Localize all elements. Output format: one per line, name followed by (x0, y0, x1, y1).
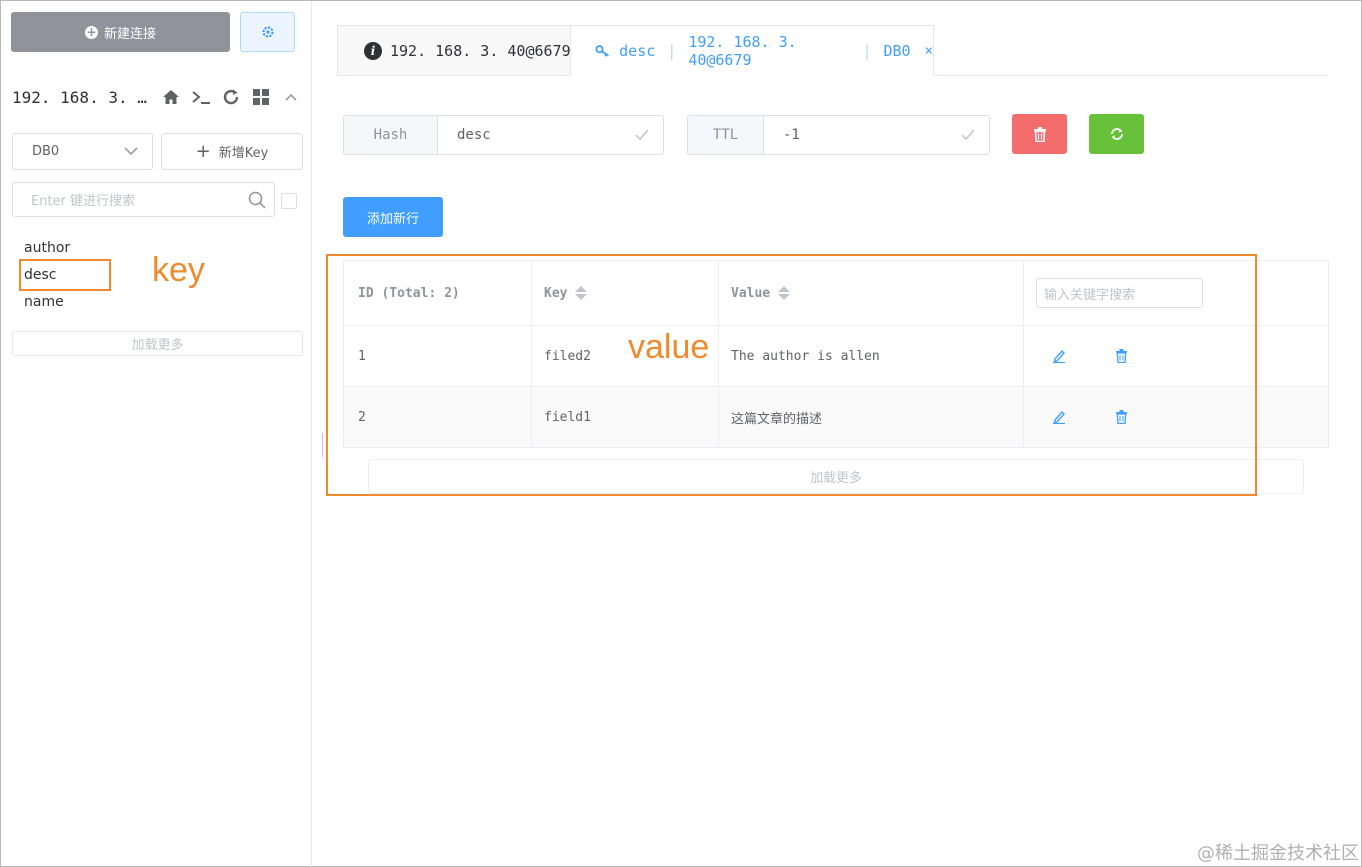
table-search-placeholder: 输入关键字搜索 (1044, 287, 1136, 303)
row-value: 这篇文章的描述 (719, 387, 1024, 447)
settings-button[interactable] (240, 12, 295, 52)
key-type-label: Hash (344, 116, 438, 154)
column-header-key[interactable]: Key (532, 261, 719, 325)
ttl-value: -1 (783, 127, 800, 143)
sort-icon[interactable] (778, 286, 791, 300)
chevron-down-icon (124, 147, 138, 156)
key-search-input[interactable]: Enter 键进行搜索 (12, 182, 275, 217)
tab-separator: | (667, 41, 677, 60)
column-header-actions: 输入关键字搜索 (1024, 261, 1329, 325)
key-highlight-box (19, 259, 111, 291)
row-actions (1024, 387, 1329, 447)
new-key-button[interactable]: + 新增Key (161, 133, 303, 170)
home-icon[interactable] (161, 87, 181, 107)
delete-key-button[interactable] (1012, 114, 1067, 154)
plus-icon: + (195, 141, 211, 162)
grid-icon[interactable] (251, 87, 271, 107)
new-connection-button[interactable]: + 新建连接 (11, 12, 230, 52)
key-name-value: desc (457, 127, 491, 143)
trash-icon (1033, 126, 1046, 142)
table-row: 2 field1 这篇文章的描述 (343, 387, 1329, 448)
tab-key-name: desc (619, 41, 656, 60)
ttl-label: TTL (688, 116, 764, 154)
db-select-value: DB0 (32, 144, 60, 159)
column-header-value[interactable]: Value (719, 261, 1024, 325)
close-tab-icon[interactable]: × (925, 43, 933, 59)
column-header-value-label: Value (731, 285, 771, 301)
tab-key-connection: 192. 168. 3. 40@6679 (688, 32, 797, 69)
row-id: 1 (343, 326, 532, 386)
value-annotation: value (628, 328, 710, 366)
tab-bar: i 192. 168. 3. 40@6679 desc | 192. 168. … (337, 25, 1329, 76)
trash-icon[interactable] (1111, 346, 1131, 366)
new-key-label: 新增Key (218, 146, 269, 161)
sidebar: + 新建连接 192. 168. 3. … DB0 + 新增Key Enter … (1, 1, 312, 867)
column-header-id: ID (Total: 2) (343, 261, 532, 325)
trash-icon[interactable] (1111, 407, 1131, 427)
info-icon: i (364, 41, 382, 60)
new-connection-label: 新建连接 (103, 26, 156, 42)
add-row-button[interactable]: 添加新行 (343, 197, 443, 237)
watermark: @稀土掘金技术社区 (1197, 843, 1359, 864)
tab-connection-info-label: 192. 168. 3. 40@6679 (390, 41, 571, 60)
refresh-icon (1110, 128, 1123, 140)
tab-key-desc[interactable]: desc | 192. 168. 3. 40@6679 | DB0 × (570, 25, 934, 76)
tab-separator: | (862, 41, 872, 60)
key-name-field[interactable]: Hash desc (343, 115, 664, 155)
table-search-input[interactable]: 输入关键字搜索 (1036, 278, 1203, 308)
refresh-key-button[interactable] (1089, 114, 1144, 154)
connection-toolbar (161, 87, 301, 107)
tab-connection-info[interactable]: i 192. 168. 3. 40@6679 (337, 25, 571, 76)
row-key: field1 (532, 387, 719, 447)
sort-icon[interactable] (575, 286, 588, 300)
row-actions (1024, 326, 1329, 386)
row-value: The author is allen (719, 326, 1024, 386)
refresh-icon[interactable] (221, 87, 241, 107)
table-header: ID (Total: 2) Key Value 输入关键字搜索 (343, 261, 1329, 326)
db-select[interactable]: DB0 (12, 133, 153, 170)
load-more-keys-button[interactable]: 加载更多 (12, 331, 303, 356)
key-icon (595, 44, 609, 57)
ttl-field[interactable]: TTL -1 (687, 115, 990, 155)
tab-key-db: DB0 (883, 41, 911, 60)
load-more-rows-button[interactable]: 加载更多 (368, 459, 1304, 494)
check-icon[interactable] (635, 129, 649, 141)
panel-resize-handle[interactable] (322, 433, 323, 457)
column-header-key-label: Key (544, 285, 568, 301)
terminal-icon[interactable] (191, 87, 211, 107)
plus-circle-icon: + (84, 24, 98, 39)
key-search-placeholder: Enter 键进行搜索 (31, 194, 136, 209)
edit-icon[interactable] (1049, 407, 1069, 427)
gear-icon (261, 26, 274, 38)
chevron-up-icon[interactable] (281, 87, 301, 107)
edit-icon[interactable] (1049, 346, 1069, 366)
key-annotation: key (152, 251, 205, 289)
connection-title[interactable]: 192. 168. 3. … (12, 88, 147, 107)
key-item-name[interactable]: name (24, 292, 70, 319)
exact-search-checkbox[interactable] (281, 193, 297, 209)
hash-table: ID (Total: 2) Key Value 输入关键字搜索 1 filed2… (343, 260, 1329, 448)
table-row: 1 filed2 The author is allen (343, 326, 1329, 387)
row-id: 2 (343, 387, 532, 447)
search-icon[interactable] (248, 191, 266, 209)
check-icon[interactable] (961, 129, 975, 141)
